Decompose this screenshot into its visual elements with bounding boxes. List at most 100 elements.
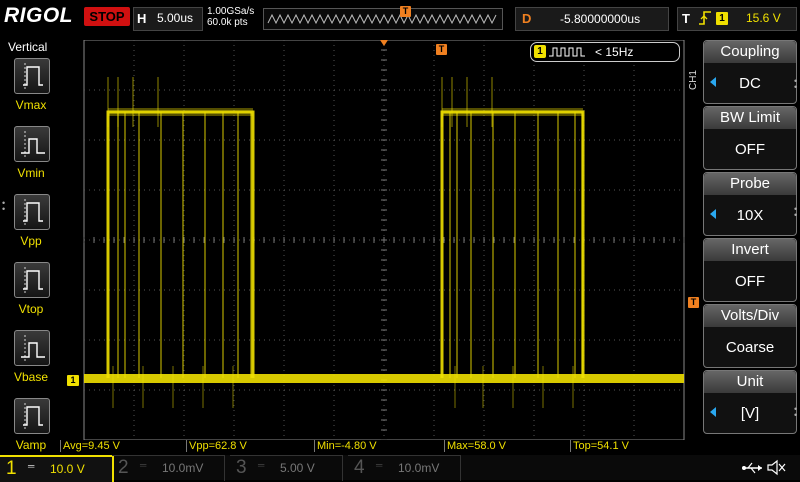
softkey-arrow-icon [710,407,716,417]
trigger-center-marker [380,40,388,46]
channel-number: 1 [6,458,17,479]
channel-scale: 10.0 V [50,462,85,476]
softkey-volts-div[interactable]: Volts/Div Coarse [703,304,797,368]
measurement-item: Max=58.0 V [444,440,506,452]
softkey-arrow-icon [710,77,716,87]
delay-box[interactable]: D -5.80000000us [515,7,669,31]
softkey-title: Unit [704,371,796,393]
trigger-position-top-marker: T [400,6,411,17]
softkey-value: OFF [735,141,765,158]
measure-vbase-button[interactable] [14,330,50,366]
channel-scale: 10.0mV [162,461,204,475]
channel-scale: 5.00 V [280,461,315,475]
softkey-unit[interactable]: Unit [V] [703,370,797,434]
vpp-icon [23,199,43,225]
softkey-bw-limit[interactable]: BW Limit OFF [703,106,797,170]
measurement-item: Min=-4.80 V [314,440,377,452]
channel-number: 4 [354,457,365,478]
coupling-icon: ═ [258,460,265,470]
panel-dots-icon: • • [2,198,6,214]
measure-vmax-button[interactable] [14,58,50,94]
pulse-train-icon [549,47,585,57]
waveform-memory-overview [263,8,503,30]
measurement-item: Vpp=62.8 V [186,440,247,452]
ch1-pulse-band [442,108,583,116]
softkey-title: BW Limit [704,107,796,129]
trigger-level: 15.6 V [746,11,781,25]
waveform-display [83,40,685,440]
trigger-position-marker[interactable]: T [436,44,447,55]
channel-3-tab[interactable]: 3 ═ 5.00 V [230,455,343,481]
ch1-baseline-trace [84,374,684,383]
softkey-title: Probe [704,173,796,195]
rising-edge-icon [698,10,712,29]
measure-vpp-button[interactable] [14,194,50,230]
ch1-pulse-band [108,108,253,116]
measure-vmin-label: Vmin [17,166,45,180]
softkey-title: Coupling [704,41,796,63]
vamp-icon [23,403,43,429]
measure-vmin-button[interactable] [14,126,50,162]
trigger-source-badge: 1 [716,12,728,25]
run-stop-indicator[interactable]: STOP [84,7,130,26]
trigger-box[interactable]: T 1 15.6 V [677,7,797,31]
measure-vtop-button[interactable] [14,262,50,298]
measurement-item: Avg=9.45 V [60,440,120,452]
acquisition-info: 1.00GSa/s 60.0k pts [207,6,254,28]
channel-number: 2 [118,457,129,478]
freq-value: < 15Hz [595,45,634,59]
memory-overview-wave [267,13,497,25]
usb-icon [742,461,764,480]
timebase-box[interactable]: H 5.00us [133,7,203,31]
freq-channel-badge: 1 [534,45,546,58]
mute-icon[interactable] [766,459,786,481]
measure-vtop-label: Vtop [18,302,44,316]
measure-vbase-label: Vbase [13,370,49,384]
softkey-title: Invert [704,239,796,261]
channel-2-tab[interactable]: 2 ═ 10.0mV [112,455,225,481]
measure-vmax-label: Vmax [15,98,47,112]
softkey-value: OFF [735,273,765,290]
channel-scale: 10.0mV [398,461,440,475]
softkey-probe[interactable]: Probe 10X [703,172,797,236]
measure-vamp-button[interactable] [14,398,50,434]
vmin-icon [21,131,45,157]
channel-status-bar: 1 ═ 10.0 V 2 ═ 10.0mV 3 ═ 5.00 V 4 ═ 10.0mV [0,455,800,482]
timebase-label: H [137,11,147,26]
measurement-bar: Avg=9.45 V Vpp=62.8 V Min=-4.80 V Max=58.0 … [60,440,680,452]
measurement-item: Top=54.1 V [570,440,629,452]
coupling-icon: ═ [28,461,35,471]
sample-rate: 1.00GSa/s [207,6,255,17]
timebase-scale: 5.00us [157,11,194,25]
coupling-icon: ═ [140,460,147,470]
channel-1-tab[interactable]: 1 ═ 10.0 V [0,455,114,482]
softkey-value: DC [739,75,761,92]
frequency-counter: 1 < 15Hz [530,42,680,62]
trigger-label: T [682,11,690,26]
delay-label: D [522,11,532,26]
softkey-dots-icon: • • [794,404,798,420]
softkey-dots-icon: • • [794,204,798,220]
coupling-icon: ═ [376,460,383,470]
channel-number: 3 [236,457,247,478]
rigol-logo: RIGOL [4,4,73,27]
measure-vpp-label: Vpp [20,234,42,248]
softkey-arrow-icon [710,209,716,219]
softkey-coupling[interactable]: Coupling DC [703,40,797,104]
memory-depth: 60.0k pts [207,17,248,28]
measure-vamp-label: Vamp [15,438,47,452]
vmax-icon [23,63,43,89]
delay-value: -5.80000000us [560,12,641,26]
menu-channel-tag: CH1 [688,70,699,91]
softkey-value: [V] [740,405,760,422]
measure-panel-title: Vertical [8,40,48,54]
channel-4-tab[interactable]: 4 ═ 10.0mV [348,455,461,481]
trigger-level-marker[interactable]: T [688,297,699,308]
ch1-pulse-trace [106,110,255,378]
softkey-invert[interactable]: Invert OFF [703,238,797,302]
channel1-offset-marker[interactable]: 1 [67,375,79,386]
softkey-dots-icon: • • [794,76,798,92]
softkey-value: Coarse [725,339,775,356]
vtop-icon [23,267,43,293]
softkey-value: 10X [736,207,764,224]
